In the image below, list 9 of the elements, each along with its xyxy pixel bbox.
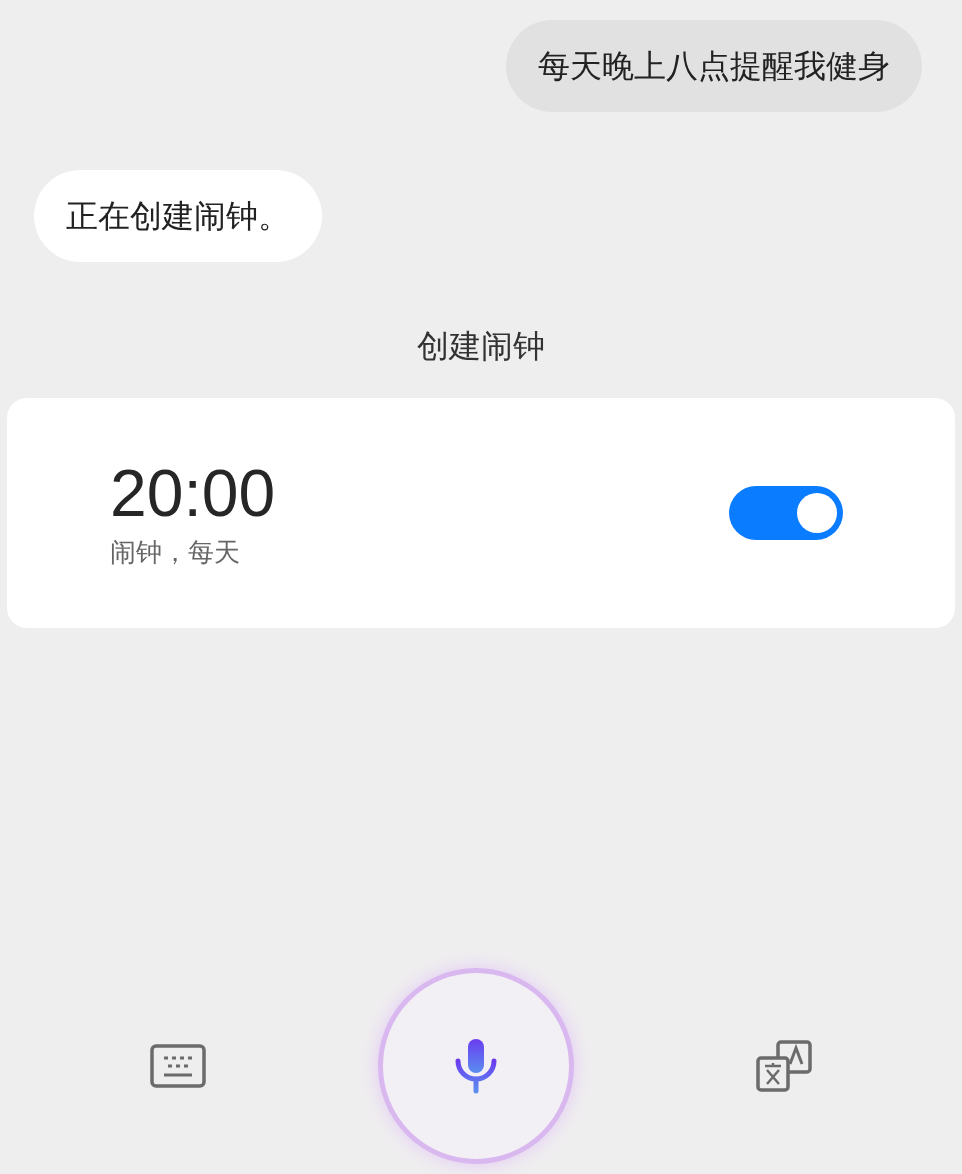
- user-message-bubble: 每天晚上八点提醒我健身: [506, 20, 922, 112]
- assistant-message-bubble: 正在创建闹钟。: [34, 170, 322, 262]
- alarm-detail: 闹钟，每天: [110, 535, 241, 569]
- microphone-icon: [454, 1037, 498, 1095]
- translate-icon[interactable]: [756, 1040, 812, 1092]
- keyboard-icon[interactable]: [150, 1044, 206, 1088]
- alarm-toggle[interactable]: [729, 486, 843, 540]
- card-title: 创建闹钟: [417, 327, 545, 366]
- alarm-time: 20:00: [110, 454, 276, 531]
